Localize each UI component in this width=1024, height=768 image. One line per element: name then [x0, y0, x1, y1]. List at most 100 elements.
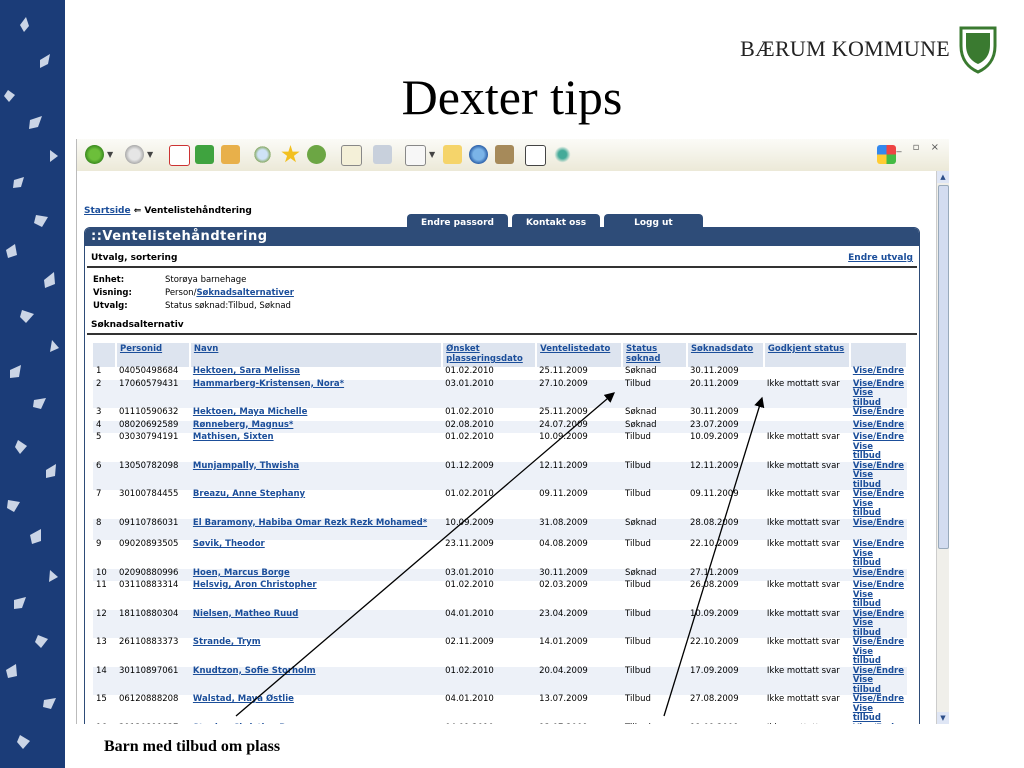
soknadsalternativer-link[interactable]: Søknadsalternativer [196, 288, 293, 298]
name-link[interactable]: Mathisen, Sixten [193, 432, 274, 442]
name-cell[interactable]: Walstad, Maya Østlie [190, 694, 442, 724]
vise-tilbud-link[interactable]: Vise tilbud [853, 442, 881, 462]
vise-endre-link[interactable]: Vise/Endre [853, 637, 904, 647]
name-link[interactable]: Knudtzon, Sofie Storholm [193, 666, 316, 676]
vise-tilbud-link[interactable]: Vise tilbud [853, 470, 881, 490]
vise-tilbud-link[interactable]: Vise tilbud [853, 647, 881, 667]
name-link[interactable]: Rønneberg, Magnus* [193, 420, 293, 430]
col-soknadsdato[interactable]: Søknadsdato [686, 343, 765, 367]
stop-icon[interactable] [169, 145, 190, 166]
name-cell[interactable]: El Baramony, Habiba Omar Rezk Rezk Moham… [189, 518, 443, 540]
refresh-icon[interactable] [195, 145, 214, 164]
name-link[interactable]: Hammarberg-Kristensen, Nora* [193, 379, 344, 389]
vise-endre-link[interactable]: Vise/Endre [853, 694, 904, 704]
name-cell[interactable]: Knudtzon, Sofie Storholm [189, 666, 443, 695]
name-link[interactable]: Hoen, Marcus Borge [193, 568, 290, 578]
sort-personid-link[interactable]: Personid [120, 344, 162, 354]
vise-endre-link[interactable]: Vise/Endre [853, 723, 904, 724]
edit-dropdown-icon[interactable]: ▼ [429, 150, 435, 159]
visning-value: Person/ [165, 288, 197, 298]
back-icon[interactable] [85, 145, 104, 164]
name-cell[interactable]: Hammarberg-Kristensen, Nora* [189, 379, 443, 408]
name-cell[interactable]: Mathisen, Sixten [190, 432, 442, 462]
godkjent-status-cell: Ikke mottatt svar [766, 580, 840, 590]
name-cell[interactable]: Strande, Trym [190, 637, 442, 667]
vise-endre-link[interactable]: Vise/Endre [853, 609, 904, 619]
mail-icon[interactable] [341, 145, 362, 166]
name-link[interactable]: Walstad, Maya Østlie [193, 694, 294, 704]
scroll-down-icon[interactable]: ▼ [937, 712, 949, 724]
name-cell[interactable]: Munjampally, Thwisha [189, 461, 443, 490]
name-cell[interactable]: Breazu, Anne Stephany [190, 489, 442, 519]
col-actions [849, 343, 909, 367]
name-cell[interactable]: Helsvig, Aron Christopher [190, 580, 442, 610]
vise-tilbud-link[interactable]: Vise tilbud [853, 549, 881, 569]
back-dropdown-icon[interactable]: ▼ [107, 150, 113, 159]
name-link[interactable]: Hektoen, Maya Michelle [193, 407, 307, 417]
vise-endre-link[interactable]: Vise/Endre [853, 518, 904, 528]
sort-status-link[interactable]: Status søknad [626, 344, 660, 364]
window-controls[interactable]: _ ▫ × [896, 142, 943, 153]
sort-ventelistedato-link[interactable]: Ventelistedato [540, 344, 610, 354]
name-link[interactable]: Stenbo, Christine Røv [193, 723, 297, 724]
forward-icon[interactable] [125, 145, 144, 164]
name-cell[interactable]: Stenbo, Christine Røv [189, 723, 443, 724]
screenshot-icon[interactable] [525, 145, 546, 166]
col-personid[interactable]: Personid [115, 343, 191, 367]
vise-endre-link[interactable]: Vise/Endre [853, 580, 904, 590]
vise-endre-link[interactable]: Vise/Endre [853, 366, 904, 376]
vise-endre-link[interactable]: Vise/Endre [853, 666, 904, 676]
name-link[interactable]: Hektoen, Sara Melissa [193, 366, 300, 376]
vise-endre-link[interactable]: Vise/Endre [853, 432, 904, 442]
col-ventelistedato[interactable]: Ventelistedato [536, 343, 624, 367]
vise-endre-link[interactable]: Vise/Endre [853, 489, 904, 499]
vise-endre-link[interactable]: Vise/Endre [853, 568, 904, 578]
name-link[interactable]: Helsvig, Aron Christopher [193, 580, 317, 590]
name-link[interactable]: El Baramony, Habiba Omar Rezk Rezk Moham… [193, 518, 427, 528]
print-icon[interactable] [373, 145, 392, 164]
vise-tilbud-link[interactable]: Vise tilbud [853, 499, 881, 519]
name-link[interactable]: Breazu, Anne Stephany [193, 489, 305, 499]
sort-soknadsdato-link[interactable]: Søknadsdato [691, 344, 753, 354]
vise-endre-link[interactable]: Vise/Endre [853, 379, 904, 389]
col-godkjent[interactable]: Godkjent status [763, 343, 851, 367]
sort-navn-link[interactable]: Navn [194, 344, 218, 354]
col-navn[interactable]: Navn [189, 343, 444, 367]
name-link[interactable]: Nielsen, Matheo Ruud [193, 609, 298, 619]
history-icon[interactable] [307, 145, 326, 164]
vise-tilbud-link[interactable]: Vise tilbud [853, 704, 881, 724]
soknad-date-cell: 22.10.2009 [689, 637, 739, 647]
name-cell[interactable]: Nielsen, Matheo Ruud [189, 609, 443, 638]
favorites-icon[interactable] [281, 145, 300, 163]
vise-endre-link[interactable]: Vise/Endre [853, 539, 904, 549]
name-link[interactable]: Søvik, Theodor [193, 539, 265, 549]
globe-icon[interactable] [469, 145, 488, 164]
scroll-up-icon[interactable]: ▲ [937, 171, 949, 183]
row-number: 16 [93, 723, 116, 724]
vise-tilbud-link[interactable]: Vise tilbud [853, 675, 881, 695]
breadcrumb-startside-link[interactable]: Startside [84, 206, 131, 216]
col-status[interactable]: Status søknad [622, 343, 688, 367]
folder-icon[interactable] [443, 145, 462, 164]
sort-godkjent-link[interactable]: Godkjent status [768, 344, 844, 354]
name-link[interactable]: Strande, Trym [193, 637, 261, 647]
vise-tilbud-link[interactable]: Vise tilbud [853, 618, 881, 638]
edit-icon[interactable] [405, 145, 426, 166]
vise-endre-link[interactable]: Vise/Endre [853, 420, 904, 430]
home-icon[interactable] [221, 145, 240, 164]
messenger-icon[interactable] [495, 145, 514, 164]
forward-dropdown-icon[interactable]: ▼ [147, 150, 153, 159]
vertical-scrollbar[interactable]: ▲ ▼ [936, 171, 949, 724]
name-link[interactable]: Munjampally, Thwisha [193, 461, 299, 471]
col-onsket[interactable]: Ønsket plasseringsdato [442, 343, 538, 367]
vise-tilbud-link[interactable]: Vise tilbud [853, 388, 881, 408]
name-cell[interactable]: Søvik, Theodor [190, 539, 442, 569]
scrollbar-thumb[interactable] [938, 185, 949, 549]
endre-utvalg-link[interactable]: Endre utvalg [848, 250, 913, 266]
vise-tilbud-link[interactable]: Vise tilbud [853, 590, 881, 610]
search-icon[interactable] [253, 145, 272, 164]
vise-endre-link[interactable]: Vise/Endre [853, 461, 904, 471]
vise-endre-link[interactable]: Vise/Endre [853, 407, 904, 417]
sort-onsket-link[interactable]: Ønsket plasseringsdato [446, 344, 523, 364]
contacts-icon[interactable] [553, 145, 572, 164]
